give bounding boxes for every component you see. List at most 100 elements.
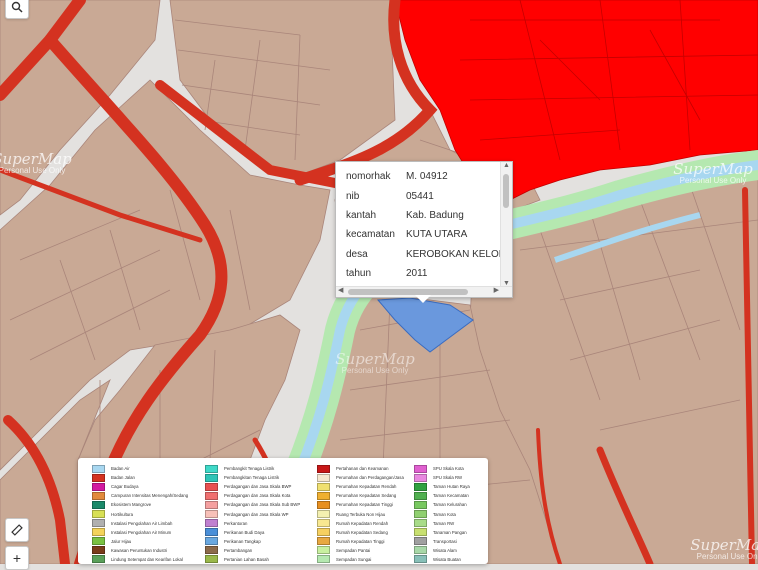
- legend-item: Pertambangan: [205, 546, 300, 555]
- legend-swatch: [414, 473, 427, 482]
- legend-label: Wisata Buatan: [433, 556, 461, 562]
- legend-label: Pembangkitan Tenaga Listrik: [224, 475, 280, 481]
- attribute-value: KUTA UTARA: [405, 229, 468, 241]
- legend-label: Wisata Alam: [433, 547, 457, 553]
- search-icon: [11, 1, 23, 13]
- legend-label: Transportasi: [433, 538, 457, 544]
- legend-item: Sempadan Pantai: [317, 546, 404, 555]
- legend-swatch: [414, 555, 427, 564]
- scroll-thumb[interactable]: [503, 174, 509, 208]
- legend-label: Rumah Kepadatan Sedang: [336, 529, 388, 535]
- legend-swatch: [414, 537, 427, 546]
- legend-swatch: [92, 500, 105, 509]
- attribute-key: desa: [346, 248, 368, 260]
- legend-label: Pembangkit Tenaga Listrik: [224, 466, 275, 472]
- zoom-in-button[interactable]: +: [5, 546, 29, 570]
- legend-item: Kawasan Peruntukan Industri: [92, 546, 188, 555]
- legend-swatch: [92, 546, 105, 555]
- legend-column-2: Pembangkit Tenaga Listrik Pembangkitan Te…: [205, 464, 300, 564]
- legend-label: Pertambangan: [224, 547, 253, 553]
- legend-label: Rumah Kepadatan Tinggi: [336, 538, 385, 544]
- watermark-left: SuperMap Personal Use Only: [0, 150, 72, 175]
- legend-item: Pembangkit Tenaga Listrik: [205, 464, 300, 473]
- legend-item: Taman Hutan Raya: [414, 482, 470, 491]
- legend-label: SPU Skala RW: [433, 475, 463, 481]
- attribute-value: Kab. Badung: [405, 209, 464, 221]
- legend-label: Taman Hutan Raya: [433, 484, 470, 490]
- attribute-value: 2011: [405, 268, 428, 280]
- legend-swatch: [92, 464, 105, 473]
- map-legend: Badan Air Badan Jalan Cagar Budaya Campuran…: [78, 458, 488, 564]
- attribute-value: M. 04912: [405, 171, 448, 183]
- attribute-row: nomorhak M. 04912: [342, 167, 512, 186]
- legend-swatch: [414, 510, 427, 519]
- legend-label: Perdagangan dan Jasa Skala WP: [224, 511, 289, 517]
- legend-label: Instalasi Pengolahan Air Limbah: [111, 520, 173, 526]
- legend-label: Kawasan Peruntukan Industri: [111, 547, 168, 553]
- legend-item: Taman Kota: [414, 509, 470, 519]
- legend-label: Badan Air: [111, 466, 130, 472]
- measure-button[interactable]: [5, 518, 29, 542]
- legend-item: Badan Air: [92, 464, 188, 473]
- legend-swatch: [317, 519, 330, 528]
- legend-swatch: [414, 464, 427, 473]
- legend-item: Ruang Terbuka Non Hijau: [317, 509, 404, 519]
- legend-column-3: Pertahanan dan Keamanan Perumahan dan Per…: [317, 464, 404, 564]
- legend-swatch: [92, 555, 105, 564]
- legend-label: Jalur Hijau: [111, 538, 132, 544]
- legend-label: Sempadan Pantai: [336, 547, 371, 553]
- legend-item: Wisata Alam: [414, 546, 470, 555]
- scroll-left-icon[interactable]: ◀: [338, 286, 343, 294]
- attribute-key: nomorhak: [346, 171, 391, 183]
- scroll-up-icon[interactable]: ▲: [501, 162, 512, 169]
- search-button[interactable]: [5, 0, 29, 19]
- legend-label: Cagar Budaya: [111, 484, 139, 490]
- legend-label: Pertahanan dan Keamanan: [336, 466, 389, 472]
- legend-swatch: [205, 491, 218, 500]
- legend-label: Lindung Setempat dan Kearifan Lokal: [111, 556, 183, 562]
- attribute-row: tahun 2011: [342, 264, 512, 283]
- feature-info-popup[interactable]: nomorhak M. 04912 nib 05441 kantah Kab. Badun…: [335, 161, 513, 298]
- legend-label: Ekosistem Mangrove: [111, 502, 152, 508]
- legend-label: Perumahan Kepadatan Sedang: [336, 493, 397, 499]
- legend-swatch: [205, 464, 218, 473]
- legend-item: Perikanan Tangkap: [205, 537, 300, 546]
- attribute-row: kantah Kab. Badung: [342, 206, 512, 225]
- legend-label: Perikanan Budi Daya: [224, 529, 265, 535]
- scroll-right-icon[interactable]: ▶: [494, 286, 499, 294]
- legend-label: Perumahan Kepadatan Tinggi: [336, 502, 393, 508]
- legend-swatch: [205, 537, 218, 546]
- legend-swatch: [92, 482, 105, 491]
- legend-item: Perumahan Kepadatan Sedang: [317, 491, 404, 500]
- legend-swatch: [92, 537, 105, 546]
- scroll-thumb[interactable]: [348, 289, 468, 295]
- legend-item: Perumahan Kepadatan Rendah: [317, 482, 404, 491]
- legend-label: Instalasi Pengolahan Air Minum: [111, 529, 172, 535]
- legend-swatch: [92, 491, 105, 500]
- legend-item: Perdagangan dan Jasa Skala WP: [205, 509, 300, 519]
- attribute-key: nib: [346, 190, 360, 202]
- legend-item: Campuran Intensitas Menengah/Sedang: [92, 491, 188, 500]
- legend-item: Instalasi Pengolahan Air Limbah: [92, 519, 188, 528]
- legend-item: Pertanian Lahan Basah: [205, 555, 300, 564]
- legend-item: Taman Kecamatan: [414, 491, 470, 500]
- attribute-value: 05441: [405, 190, 434, 202]
- legend-swatch: [317, 555, 330, 564]
- legend-label: Tanaman Pangan: [433, 529, 467, 535]
- watermark-right: SuperMap Personal Use Only: [673, 160, 753, 185]
- legend-swatch: [414, 546, 427, 555]
- legend-swatch: [205, 510, 218, 519]
- legend-item: Rumah Kepadatan Rendah: [317, 519, 404, 528]
- legend-item: Perkantoran: [205, 519, 300, 528]
- legend-swatch: [317, 464, 330, 473]
- popup-vertical-scrollbar[interactable]: ▲ ▼: [500, 162, 512, 287]
- legend-label: Hortikultura: [111, 511, 133, 517]
- attribute-table: nomorhak M. 04912 nib 05441 kantah Kab. Badun…: [342, 167, 512, 283]
- legend-item: SPU Skala Kota: [414, 464, 470, 473]
- legend-label: Perkantoran: [224, 520, 248, 526]
- attribute-row: desa KEROBOKAN KELOD: [342, 245, 512, 264]
- legend-swatch: [414, 500, 427, 509]
- legend-swatch: [317, 473, 330, 482]
- legend-label: Pertanian Lahan Basah: [224, 556, 269, 562]
- legend-item: Wisata Buatan: [414, 555, 470, 564]
